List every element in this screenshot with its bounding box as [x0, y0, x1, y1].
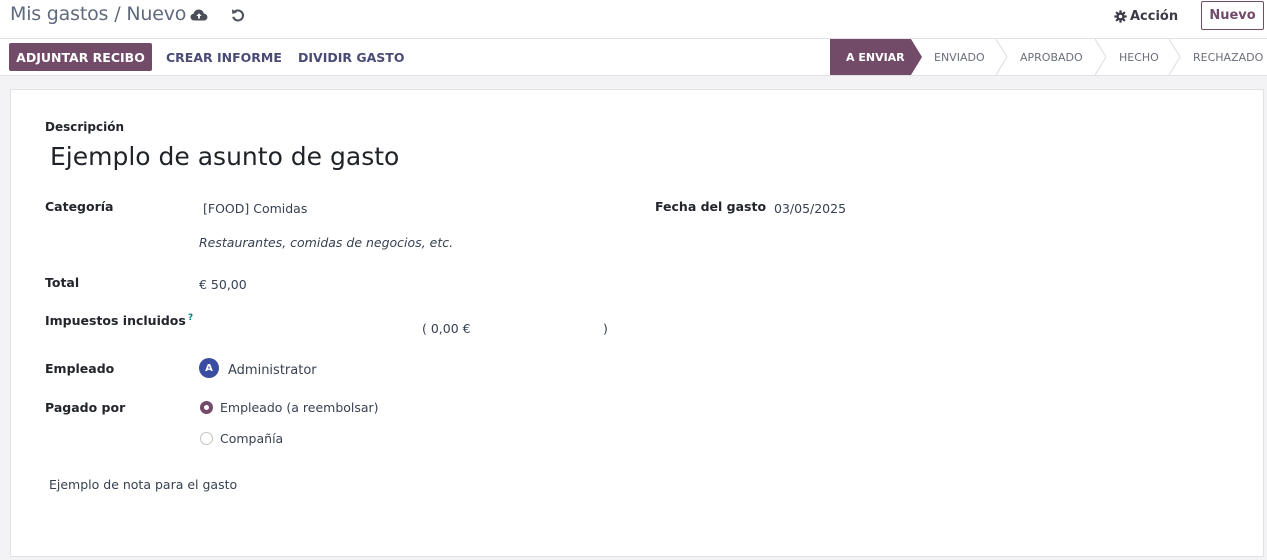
stage-done[interactable]: HECHO: [1119, 39, 1159, 75]
new-button[interactable]: Nuevo: [1201, 1, 1264, 30]
avatar: A: [199, 358, 219, 378]
category-label: Categoría: [45, 199, 114, 214]
paid-by-company-radio[interactable]: [200, 432, 213, 445]
stage-separator: [1169, 39, 1181, 75]
paid-by-employee-label[interactable]: Empleado (a reembolsar): [220, 400, 379, 415]
status-bar: ADJUNTAR RECIBO CREAR INFORME DIVIDIR GA…: [0, 39, 1267, 76]
action-label: Acción: [1130, 8, 1179, 24]
date-label: Fecha del gasto: [655, 199, 767, 214]
note-field[interactable]: Ejemplo de nota para el gasto: [49, 477, 237, 492]
paid-by-label: Pagado por: [45, 400, 126, 415]
taxes-amount[interactable]: ( 0,00 €: [422, 321, 471, 336]
stage-to-send[interactable]: A ENVIAR: [830, 39, 922, 75]
date-field[interactable]: 03/05/2025: [774, 201, 846, 216]
description-label: Descripción: [45, 120, 124, 134]
total-label: Total: [45, 275, 80, 290]
taxes-close-paren: ): [603, 321, 608, 336]
taxes-label: Impuestos incluidos?: [45, 313, 193, 328]
breadcrumb-parent[interactable]: Mis gastos: [10, 3, 108, 25]
category-field[interactable]: [FOOD] Comidas: [203, 201, 307, 216]
stage-approved[interactable]: APROBADO: [1020, 39, 1083, 75]
form-sheet: Descripción Ejemplo de asunto de gasto C…: [10, 89, 1264, 557]
taxes-label-text: Impuestos incluidos: [45, 313, 186, 329]
total-field[interactable]: € 50,00: [199, 277, 247, 292]
control-panel: Mis gastos / Nuevo Acción Nuevo: [0, 0, 1267, 39]
breadcrumb: Mis gastos / Nuevo: [10, 3, 186, 25]
gear-icon: [1114, 9, 1127, 23]
attach-receipt-button[interactable]: ADJUNTAR RECIBO: [9, 43, 152, 71]
undo-icon[interactable]: [230, 7, 246, 23]
cloud-upload-icon[interactable]: [190, 7, 208, 23]
employee-label: Empleado: [45, 361, 115, 376]
stage-separator: [996, 39, 1008, 75]
paid-by-employee-radio[interactable]: [200, 401, 213, 414]
help-icon[interactable]: ?: [188, 313, 193, 323]
description-field[interactable]: Ejemplo de asunto de gasto: [50, 142, 399, 171]
breadcrumb-current: Nuevo: [126, 3, 187, 25]
paid-by-company-label[interactable]: Compañía: [220, 431, 283, 446]
employee-field[interactable]: Administrator: [228, 363, 317, 378]
stage-separator: [1095, 39, 1107, 75]
stage-refused[interactable]: RECHAZADO: [1193, 39, 1263, 75]
category-hint: Restaurantes, comidas de negocios, etc.: [199, 235, 454, 250]
stage-pipeline: A ENVIAR ENVIADO APROBADO HECHO RECHAZAD…: [830, 39, 1267, 75]
split-expense-button[interactable]: DIVIDIR GASTO: [298, 43, 404, 71]
breadcrumb-separator: /: [114, 3, 121, 25]
stage-sent[interactable]: ENVIADO: [934, 39, 985, 75]
create-report-button[interactable]: CREAR INFORME: [166, 43, 282, 71]
action-menu-button[interactable]: Acción: [1114, 6, 1178, 26]
